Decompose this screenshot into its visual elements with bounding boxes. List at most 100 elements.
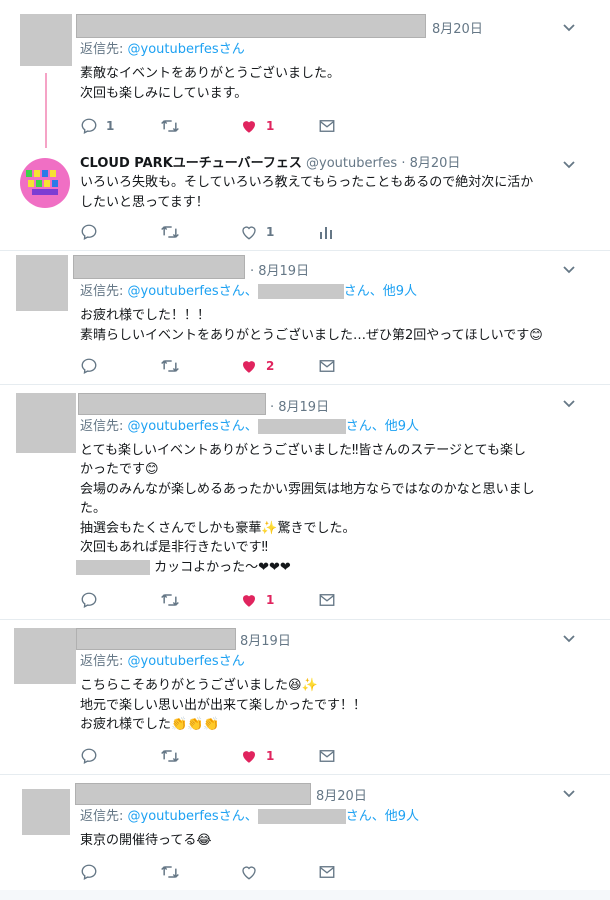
tweet-text-line: 次回もあれば是非行きたいです‼ (80, 540, 268, 555)
reply-count: 1 (106, 119, 115, 133)
retweet-button[interactable] (160, 356, 180, 376)
dm-button[interactable] (318, 590, 336, 610)
retweet-icon (161, 593, 179, 607)
like-count: 1 (266, 119, 275, 133)
reply-to: 返信先: @youtuberfesさん、 さん、他9人 (80, 809, 419, 824)
retweet-icon (161, 865, 179, 879)
mail-icon (319, 360, 335, 372)
reply-handle-link[interactable]: @youtuberfes (128, 419, 219, 434)
reply-handle-link[interactable]: @youtuberfes (128, 42, 219, 57)
avatar[interactable] (20, 158, 70, 208)
bottom-strip (0, 890, 610, 900)
tweet-text-line: いろいろ失敗も。そしていろいろ教えてもらったこともあるので絶対次に活か (80, 175, 534, 190)
tweet-text-line: 次回も楽しみにしています。 (80, 86, 248, 101)
redacted-mention (257, 284, 344, 299)
tweet-text-line: かったです😊 (80, 462, 159, 477)
chevron-down-icon[interactable] (560, 263, 578, 277)
reply-handle-link[interactable]: @youtuberfes (128, 284, 219, 299)
dm-button[interactable] (318, 356, 336, 376)
retweet-button[interactable] (160, 116, 180, 136)
chevron-down-icon[interactable] (560, 632, 578, 646)
like-button[interactable]: 1 (240, 222, 274, 242)
reply-button[interactable] (80, 222, 98, 242)
heart-icon (243, 361, 255, 373)
chevron-down-icon[interactable] (560, 21, 578, 35)
tweet-actions: 1 1 (80, 116, 380, 136)
reply-to: 返信先: @youtuberfesさん (80, 654, 245, 669)
dm-button[interactable] (318, 862, 336, 882)
reply-to: 返信先: @youtuberfesさん、 さん、他9人 (80, 284, 417, 299)
author-handle[interactable]: @youtuberfes (306, 156, 397, 171)
redacted-username (76, 14, 426, 38)
avatar[interactable] (22, 789, 70, 835)
like-count: 1 (266, 749, 275, 763)
chevron-down-icon[interactable] (560, 787, 578, 801)
tweet-date[interactable]: · 8月19日 (250, 260, 309, 279)
heart-icon (243, 595, 255, 607)
retweet-button[interactable] (160, 222, 180, 242)
reply-icon (81, 118, 97, 134)
tweet-text-line: お疲れ様でした！！！ (80, 308, 211, 323)
mail-icon (319, 750, 335, 762)
heart-icon (243, 751, 255, 763)
author-line: CLOUD PARKユーチューバーフェス @youtuberfes · 8月20… (80, 156, 461, 171)
tweet-text-line: したいと思ってます！ (80, 195, 209, 210)
tweet-6: 8月20日 返信先: @youtuberfesさん、 さん、他9人 東京の開催待っ… (0, 775, 610, 891)
reply-icon (81, 748, 97, 764)
display-name[interactable]: CLOUD PARKユーチューバーフェス (80, 156, 302, 171)
avatar[interactable] (16, 393, 76, 453)
tweet-text-line: とても楽しいイベントありがとうございました‼皆さんのステージとても楽し (80, 443, 526, 458)
like-button[interactable] (240, 862, 258, 882)
retweet-button[interactable] (160, 590, 180, 610)
like-button[interactable]: 2 (240, 356, 274, 376)
reply-to: 返信先: @youtuberfesさん、 さん、他9人 (80, 419, 419, 434)
reply-button[interactable]: 1 (80, 116, 114, 136)
tweet-date[interactable]: 8月20日 (316, 785, 367, 804)
like-button[interactable]: 1 (240, 116, 274, 136)
reply-handle-link[interactable]: @youtuberfes (128, 809, 219, 824)
like-count: 2 (266, 359, 275, 373)
tweet-text-line: カッコよかった〜❤❤❤ (76, 558, 291, 577)
reply-button[interactable] (80, 746, 98, 766)
tweet-date[interactable]: 8月20日 (432, 18, 483, 37)
tweet-date[interactable]: 8月20日 (410, 156, 461, 171)
reply-icon (81, 592, 97, 608)
mail-icon (319, 866, 335, 878)
tweet-5: 8月19日 返信先: @youtuberfesさん こちらこそありがとうございま… (0, 620, 610, 775)
reply-button[interactable] (80, 356, 98, 376)
redacted-username (76, 628, 236, 650)
like-button[interactable]: 1 (240, 746, 274, 766)
dm-button[interactable] (318, 116, 336, 136)
redacted-username (73, 255, 245, 279)
reply-button[interactable] (80, 862, 98, 882)
like-button[interactable]: 1 (240, 590, 274, 610)
tweet-date[interactable]: 8月19日 (240, 630, 291, 649)
heart-outline-icon (242, 866, 256, 880)
retweet-button[interactable] (160, 746, 180, 766)
redacted-username (78, 393, 266, 415)
retweet-button[interactable] (160, 862, 180, 882)
tweet-text-line: 地元で楽しい思い出が出来て楽しかったです！！ (80, 698, 367, 713)
chevron-down-icon[interactable] (560, 397, 578, 411)
redacted-mention (257, 419, 346, 434)
analytics-button[interactable] (318, 222, 334, 242)
tweet-text-line: た。 (80, 501, 107, 516)
thread-line (45, 73, 47, 148)
dm-button[interactable] (318, 746, 336, 766)
reply-to: 返信先: @youtuberfesさん (80, 42, 245, 57)
like-count: 1 (266, 225, 275, 239)
heart-outline-icon (242, 226, 256, 240)
avatar[interactable] (14, 628, 76, 684)
tweet-date[interactable]: · 8月19日 (270, 396, 329, 415)
retweet-icon (161, 359, 179, 373)
avatar[interactable] (16, 255, 68, 311)
tweet-actions: 1 (80, 222, 380, 242)
tweet-text-line: お疲れ様でした👏👏👏 (80, 717, 220, 732)
chevron-down-icon[interactable] (560, 158, 578, 172)
mail-icon (319, 594, 335, 606)
retweet-icon (161, 119, 179, 133)
reply-button[interactable] (80, 590, 98, 610)
avatar[interactable] (20, 14, 72, 66)
tweet-actions: 1 (80, 590, 380, 610)
reply-handle-link[interactable]: @youtuberfes (128, 654, 219, 669)
